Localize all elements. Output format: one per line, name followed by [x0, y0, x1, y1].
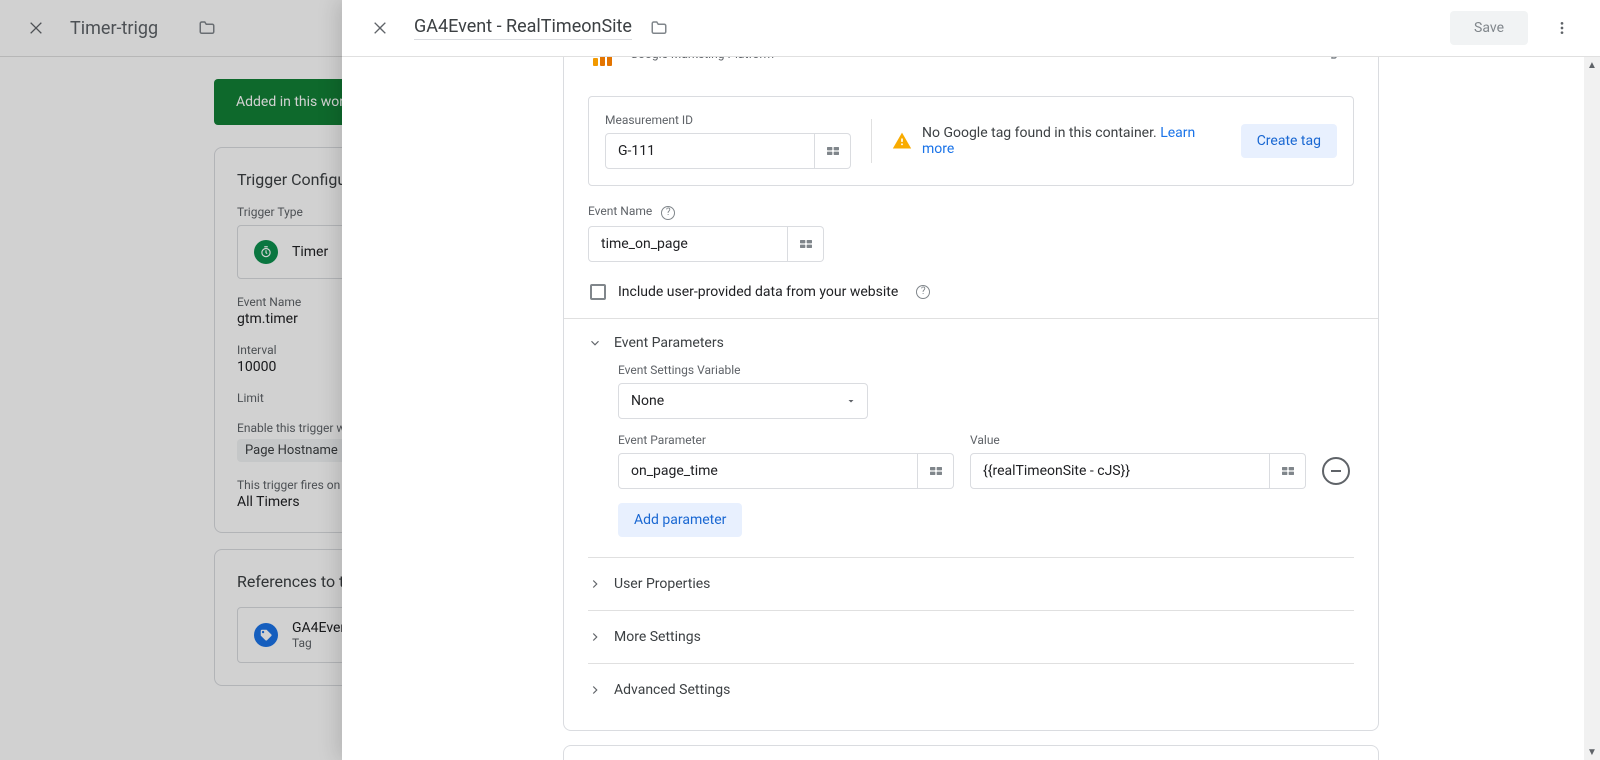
close-icon[interactable]	[364, 12, 396, 44]
trigger-type-value: Timer	[292, 244, 328, 260]
more-settings-title: More Settings	[614, 629, 701, 645]
more-menu-icon[interactable]	[1546, 12, 1578, 44]
param-name-input[interactable]	[618, 453, 918, 489]
scrollbar[interactable]: ▲ ▼	[1584, 57, 1600, 760]
tag-configuration-card: Google Marketing Platform Measurement ID	[563, 57, 1379, 731]
more-settings-toggle[interactable]: More Settings	[588, 610, 1354, 663]
condition-chip: Page Hostname	[237, 439, 346, 462]
ga4-icon	[588, 57, 616, 66]
measurement-panel: Measurement ID	[588, 96, 1354, 186]
advanced-title: Advanced Settings	[614, 682, 730, 698]
event-parameters-toggle[interactable]: Event Parameters	[588, 319, 1354, 355]
chevron-down-icon	[588, 336, 602, 350]
event-name-input[interactable]	[588, 226, 788, 262]
scroll-down-icon[interactable]: ▼	[1584, 744, 1600, 760]
scroll-up-icon[interactable]: ▲	[1584, 57, 1600, 73]
chevron-down-icon	[845, 395, 857, 407]
user-properties-title: User Properties	[614, 576, 710, 592]
event-name-label: Event Name ?	[588, 204, 1354, 220]
chevron-right-icon	[588, 577, 602, 591]
remove-parameter-button[interactable]	[1322, 457, 1350, 485]
param-value-input[interactable]	[970, 453, 1270, 489]
close-icon[interactable]	[20, 12, 52, 44]
warning-icon	[892, 131, 912, 151]
add-parameter-button[interactable]: Add parameter	[618, 503, 742, 537]
save-button[interactable]: Save	[1450, 11, 1528, 45]
tag-title[interactable]: GA4Event - RealTimeonSite	[414, 16, 632, 40]
esv-label: Event Settings Variable	[618, 363, 1354, 377]
trigger-title-input[interactable]	[70, 18, 180, 39]
edit-icon[interactable]	[1322, 57, 1354, 68]
event-parameters-title: Event Parameters	[614, 335, 724, 351]
help-icon[interactable]: ?	[916, 285, 930, 299]
user-properties-toggle[interactable]: User Properties	[588, 557, 1354, 610]
measurement-id-input[interactable]	[605, 133, 815, 169]
tag-icon	[254, 623, 278, 647]
chevron-right-icon	[588, 630, 602, 644]
create-tag-button[interactable]: Create tag	[1241, 124, 1337, 158]
chevron-right-icon	[588, 683, 602, 697]
param-name-label: Event Parameter	[618, 433, 954, 447]
include-user-data-label: Include user-provided data from your web…	[618, 284, 898, 300]
timer-icon	[254, 240, 278, 264]
esv-select[interactable]: None	[618, 383, 868, 419]
warning-text: No Google tag found in this container.	[922, 125, 1157, 141]
folder-icon[interactable]	[198, 19, 216, 37]
tag-platform: Google Marketing Platform	[630, 57, 774, 61]
variable-picker-icon[interactable]	[788, 226, 824, 262]
variable-picker-icon[interactable]	[815, 133, 851, 169]
advanced-settings-toggle[interactable]: Advanced Settings	[588, 663, 1354, 716]
include-user-data-checkbox[interactable]	[590, 284, 606, 300]
measurement-id-label: Measurement ID	[605, 113, 851, 127]
variable-picker-icon[interactable]	[918, 453, 954, 489]
triggering-card-placeholder[interactable]	[563, 745, 1379, 760]
param-value-label: Value	[970, 433, 1306, 447]
folder-icon[interactable]	[650, 19, 668, 37]
help-icon[interactable]: ?	[661, 206, 675, 220]
tag-editor-modal: GA4Event - RealTimeonSite Save Google Ma…	[342, 0, 1600, 760]
variable-picker-icon[interactable]	[1270, 453, 1306, 489]
esv-value: None	[631, 393, 664, 409]
